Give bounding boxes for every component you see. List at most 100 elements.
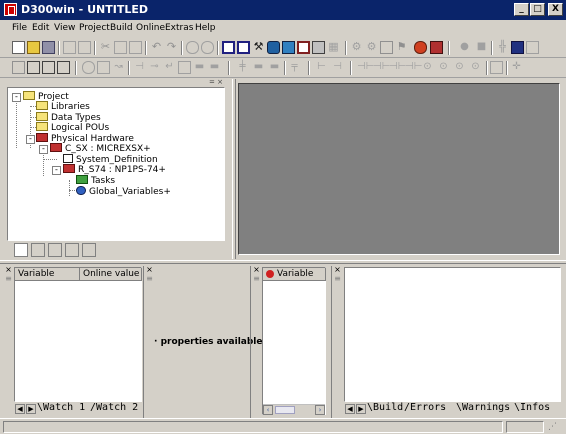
tab-scroll-right[interactable]: ▶	[26, 404, 36, 414]
zoom-out-icon[interactable]	[201, 41, 214, 54]
coil-icon[interactable]: ⊸	[148, 61, 161, 74]
paste-icon[interactable]	[129, 41, 142, 54]
close-icon[interactable]: ×	[334, 266, 341, 274]
maximize-button[interactable]: □	[530, 3, 545, 16]
dock-icon[interactable]: ≡	[5, 275, 12, 283]
tree-global-variables[interactable]: Global_Variables+	[76, 186, 171, 197]
split-icon[interactable]: ╬	[496, 41, 509, 54]
return-icon[interactable]: ▬	[208, 61, 221, 74]
r-s74-toggle[interactable]: -	[52, 166, 61, 175]
tree-c-sx[interactable]: C_SX : MICREXSX+	[50, 143, 151, 154]
page-icon-1[interactable]	[12, 61, 25, 74]
grid-icon[interactable]: ▦	[327, 41, 340, 54]
watch-list[interactable]: Variable Online value	[14, 267, 142, 402]
open-folder-icon[interactable]	[27, 41, 40, 54]
window-icon-3[interactable]	[297, 41, 310, 54]
step-icon[interactable]: ■	[475, 41, 488, 54]
network-icon[interactable]: ╤	[288, 61, 301, 74]
column-variable[interactable]: Variable	[15, 268, 80, 281]
minimize-button[interactable]: _	[514, 3, 529, 16]
tool-icon[interactable]: ⚒	[252, 41, 265, 54]
nc-contact-icon[interactable]: ⊣⊢	[373, 61, 390, 74]
column-online-value[interactable]: Online value	[80, 268, 142, 281]
contact-icon[interactable]: ⊣	[133, 61, 146, 74]
tab-watch-1[interactable]: \Watch 1	[37, 402, 85, 413]
resize-grip-icon[interactable]: ⋰	[548, 422, 564, 434]
app-icon[interactable]	[4, 3, 17, 16]
dock-icon[interactable]: ≡	[146, 275, 153, 283]
n-contact-icon[interactable]: ⊣⊢	[405, 61, 422, 74]
scroll-right-button[interactable]: ›	[315, 405, 325, 415]
tab-pous-icon[interactable]	[65, 243, 79, 257]
zoom-in-icon[interactable]	[186, 41, 199, 54]
tree-logical-pous[interactable]: Logical POUs	[36, 122, 109, 133]
tab-warnings[interactable]: \Warnings	[456, 402, 510, 413]
menu-edit[interactable]: Edit	[32, 23, 49, 33]
monitor-icon[interactable]	[282, 41, 295, 54]
close-icon[interactable]: ×	[146, 266, 153, 274]
workspace-area[interactable]	[238, 83, 560, 255]
tab-hardware-icon[interactable]	[82, 243, 96, 257]
scroll-thumb[interactable]	[275, 406, 295, 414]
horizontal-scrollbar[interactable]: ‹ ›	[263, 404, 325, 415]
page-icon-4[interactable]	[57, 61, 70, 74]
tab-scroll-right[interactable]: ▶	[356, 404, 366, 414]
library-icon[interactable]	[430, 41, 443, 54]
page-icon-2[interactable]	[27, 61, 40, 74]
tree-r-s74[interactable]: R_S74 : NP1PS-74+	[63, 164, 166, 175]
left-rail-icon[interactable]: ⊢	[315, 61, 328, 74]
menu-help[interactable]: Help	[195, 23, 216, 33]
p-contact-icon[interactable]: ⊣⊢	[389, 61, 406, 74]
cut-icon[interactable]: ✂	[99, 41, 112, 54]
dock-icon[interactable]: ≡	[253, 275, 260, 283]
print-preview-icon[interactable]	[63, 41, 76, 54]
comment-icon[interactable]: ▬	[268, 61, 281, 74]
tab-scroll-left[interactable]: ◀	[15, 404, 25, 414]
wire-icon[interactable]: ↝	[112, 61, 125, 74]
copy-icon[interactable]	[114, 41, 127, 54]
project-collapse-toggle[interactable]: -	[12, 93, 21, 102]
new-file-icon[interactable]	[12, 41, 25, 54]
vertical-splitter[interactable]	[232, 79, 236, 259]
calculator-icon[interactable]	[511, 41, 524, 54]
tab-libraries-icon[interactable]	[31, 243, 45, 257]
build-icon[interactable]	[380, 41, 393, 54]
breakpoint-icon[interactable]: ●	[458, 41, 471, 54]
build-output[interactable]	[344, 267, 561, 402]
layout-icon[interactable]	[312, 41, 325, 54]
coil-s-icon[interactable]: ⊙	[453, 61, 466, 74]
replace-icon[interactable]	[97, 61, 110, 74]
branch-icon[interactable]: ↵	[163, 61, 176, 74]
window-icon-2[interactable]	[237, 41, 250, 54]
redo-icon[interactable]: ↷	[165, 41, 178, 54]
stop-icon[interactable]	[414, 41, 427, 54]
tab-watch-2[interactable]: /Watch 2	[90, 402, 138, 413]
menu-build[interactable]: Build	[110, 23, 133, 33]
panel-controls[interactable]: = ×	[209, 79, 227, 86]
coil-o-icon[interactable]: ⊙	[421, 61, 434, 74]
block-icon[interactable]	[178, 61, 191, 74]
dock-icon[interactable]: ≡	[334, 275, 341, 283]
c-sx-toggle[interactable]: -	[39, 145, 48, 154]
tab-errors[interactable]: /Errors	[404, 402, 446, 413]
tree-tasks[interactable]: Tasks	[76, 175, 115, 186]
save-icon[interactable]	[42, 41, 55, 54]
fb-icon[interactable]	[490, 61, 503, 74]
page-icon-3[interactable]	[42, 61, 55, 74]
physical-hardware-toggle[interactable]: -	[26, 135, 35, 144]
close-icon[interactable]: ×	[5, 266, 12, 274]
tab-data-types-icon[interactable]	[48, 243, 62, 257]
no-contact-icon[interactable]: ⊣⊢	[357, 61, 374, 74]
tab-project-tree-icon[interactable]	[14, 243, 28, 257]
column-variable[interactable]: Variable	[263, 268, 326, 281]
online-icon[interactable]	[267, 41, 280, 54]
window-icon-1[interactable]	[222, 41, 235, 54]
print-icon[interactable]	[78, 41, 91, 54]
scroll-left-button[interactable]: ‹	[263, 405, 273, 415]
make-icon[interactable]: ⚙	[365, 41, 378, 54]
horizontal-splitter[interactable]	[0, 260, 566, 264]
menu-extras[interactable]: Extras	[165, 23, 193, 33]
tree-libraries[interactable]: Libraries	[36, 101, 90, 112]
coil-r-icon[interactable]: ⊙	[469, 61, 482, 74]
tab-scroll-left[interactable]: ◀	[345, 404, 355, 414]
